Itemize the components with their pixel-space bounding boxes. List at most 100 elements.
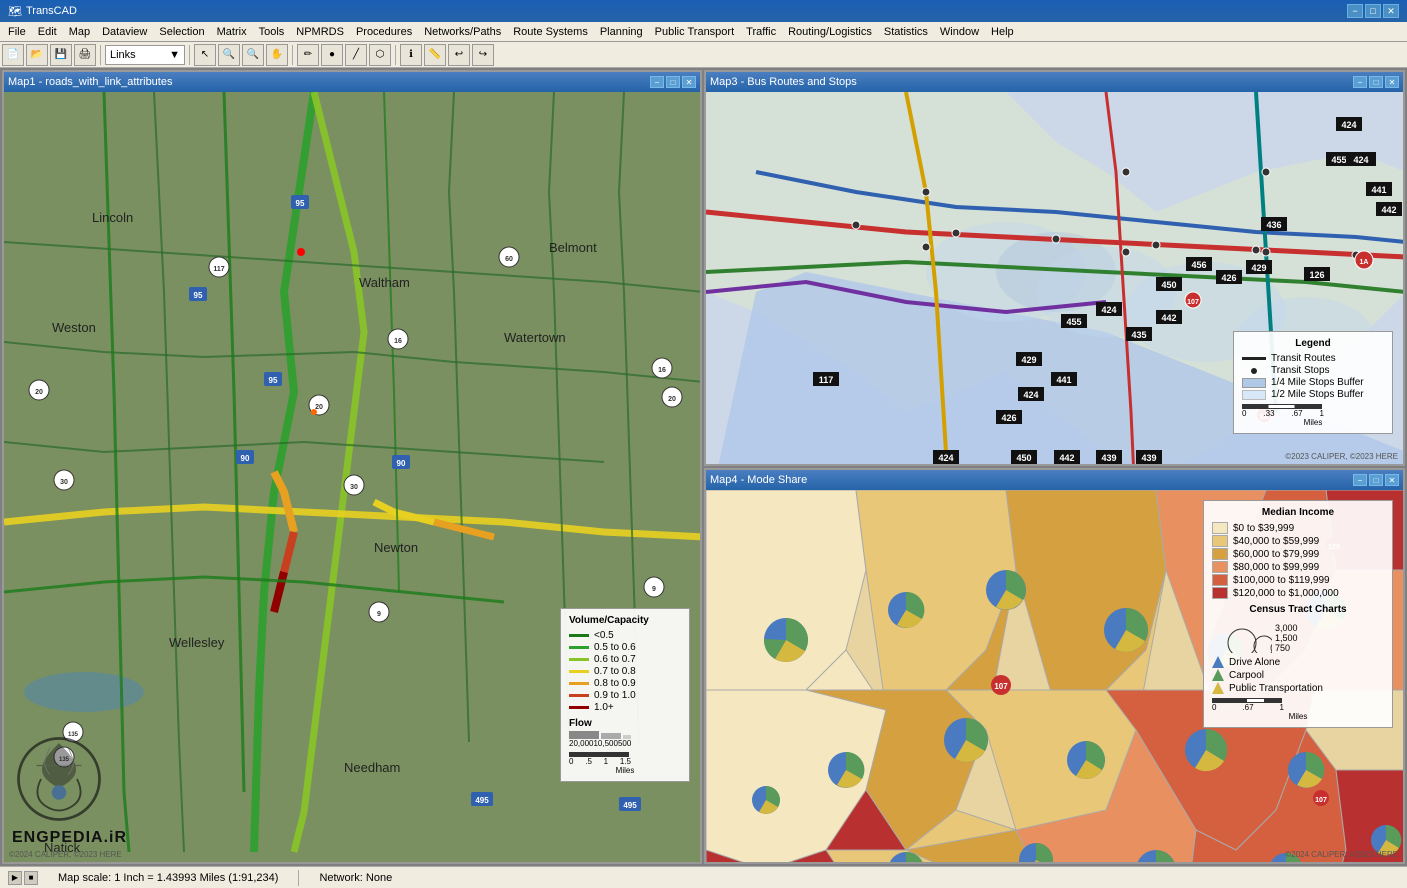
- map1-window: Map1 - roads_with_link_attributes − □ ✕: [2, 70, 702, 864]
- svg-text:455: 455: [1331, 155, 1346, 165]
- map3-window: Map3 - Bus Routes and Stops − □ ✕: [704, 70, 1405, 466]
- identify-btn[interactable]: ℹ: [400, 44, 422, 66]
- map3-content[interactable]: 117 424 442 429 455 424 435: [706, 92, 1403, 464]
- map1-maximize[interactable]: □: [666, 76, 680, 88]
- svg-text:442: 442: [1161, 313, 1176, 323]
- svg-text:426: 426: [1001, 413, 1016, 423]
- svg-text:Wellesley: Wellesley: [169, 635, 225, 650]
- map1-copyright: ©2024 CALIPER, ©2023 HERE: [9, 850, 122, 859]
- line-btn[interactable]: ╱: [345, 44, 367, 66]
- redo-btn[interactable]: ↪: [472, 44, 494, 66]
- save-btn[interactable]: 💾: [50, 44, 72, 66]
- menu-help[interactable]: Help: [985, 24, 1020, 40]
- sep2: [189, 45, 190, 65]
- menu-selection[interactable]: Selection: [153, 24, 210, 40]
- map3-legend: Legend Transit Routes Transit Stops 1/4 …: [1233, 331, 1393, 434]
- svg-text:442: 442: [1381, 205, 1396, 215]
- menu-map[interactable]: Map: [63, 24, 96, 40]
- menu-route-systems[interactable]: Route Systems: [507, 24, 594, 40]
- map4-close[interactable]: ✕: [1385, 474, 1399, 486]
- map4-income-title: Median Income: [1212, 507, 1384, 518]
- svg-text:16: 16: [394, 338, 402, 345]
- sep4: [395, 45, 396, 65]
- zoom-out-btn[interactable]: 🔍: [242, 44, 264, 66]
- minimize-button[interactable]: −: [1347, 4, 1363, 18]
- status-btn-2[interactable]: ■: [24, 871, 38, 885]
- print-btn[interactable]: 🖨: [74, 44, 96, 66]
- watermark: [14, 734, 104, 827]
- svg-text:1A: 1A: [1360, 259, 1369, 266]
- menu-dataview[interactable]: Dataview: [96, 24, 153, 40]
- menu-networks-paths[interactable]: Networks/Paths: [418, 24, 507, 40]
- pan-btn[interactable]: ✋: [266, 44, 288, 66]
- open-btn[interactable]: 📂: [26, 44, 48, 66]
- map1-content[interactable]: 95 95 20 20 20 30 30: [4, 92, 700, 862]
- map1-controls[interactable]: − □ ✕: [650, 76, 696, 88]
- polygon-btn[interactable]: ⬡: [369, 44, 391, 66]
- select-btn[interactable]: ↖: [194, 44, 216, 66]
- legend-title: Volume/Capacity: [569, 615, 681, 626]
- svg-text:Belmont: Belmont: [549, 240, 597, 255]
- map1-close[interactable]: ✕: [682, 76, 696, 88]
- svg-text:450: 450: [1016, 453, 1031, 463]
- menu-statistics[interactable]: Statistics: [878, 24, 934, 40]
- map4-title-bar: Map4 - Mode Share − □ ✕: [706, 470, 1403, 490]
- window-controls[interactable]: − □ ✕: [1347, 4, 1399, 18]
- menu-edit[interactable]: Edit: [32, 24, 63, 40]
- svg-text:9: 9: [652, 586, 656, 593]
- watermark-text: ENGPEDIA.iR: [12, 826, 127, 847]
- zoom-in-btn[interactable]: 🔍: [218, 44, 240, 66]
- map3-minimize[interactable]: −: [1353, 76, 1367, 88]
- status-buttons[interactable]: ▶ ■: [8, 871, 38, 885]
- menu-planning[interactable]: Planning: [594, 24, 649, 40]
- map3-transit-stops: Transit Stops: [1242, 365, 1384, 376]
- scale-unit: Miles: [569, 766, 681, 775]
- new-btn[interactable]: 📄: [2, 44, 24, 66]
- svg-text:20: 20: [35, 389, 43, 396]
- close-button[interactable]: ✕: [1383, 4, 1399, 18]
- map3-background: 117 424 442 429 455 424 435: [706, 92, 1403, 464]
- status-separator: [298, 870, 299, 886]
- map4-content[interactable]: 107 107 1A 129 Median Income $0 to $39,9…: [706, 490, 1403, 862]
- status-bar: ▶ ■ Map scale: 1 Inch = 1.43993 Miles (1…: [0, 866, 1407, 888]
- map3-transit-routes: Transit Routes: [1242, 353, 1384, 364]
- legend-item-7: 1.0+: [569, 702, 681, 713]
- map4-controls[interactable]: − □ ✕: [1353, 474, 1399, 486]
- legend-item-2: 0.5 to 0.6: [569, 642, 681, 653]
- menu-bar: File Edit Map Dataview Selection Matrix …: [0, 22, 1407, 42]
- menu-tools[interactable]: Tools: [253, 24, 291, 40]
- svg-text:495: 495: [623, 801, 637, 810]
- svg-text:126: 126: [1309, 270, 1324, 280]
- svg-text:16: 16: [658, 367, 666, 374]
- menu-public-transport[interactable]: Public Transport: [649, 24, 740, 40]
- menu-npmrds[interactable]: NPMRDS: [290, 24, 350, 40]
- map4-minimize[interactable]: −: [1353, 474, 1367, 486]
- svg-text:456: 456: [1191, 260, 1206, 270]
- menu-file[interactable]: File: [2, 24, 32, 40]
- maximize-button[interactable]: □: [1365, 4, 1381, 18]
- map3-close[interactable]: ✕: [1385, 76, 1399, 88]
- undo-btn[interactable]: ↩: [448, 44, 470, 66]
- map4-title: Map4 - Mode Share: [710, 474, 807, 486]
- menu-window[interactable]: Window: [934, 24, 985, 40]
- map3-controls[interactable]: − □ ✕: [1353, 76, 1399, 88]
- layer-dropdown[interactable]: Links ▼: [105, 45, 185, 65]
- map4-maximize[interactable]: □: [1369, 474, 1383, 486]
- node-btn[interactable]: ●: [321, 44, 343, 66]
- svg-text:441: 441: [1371, 185, 1386, 195]
- edit-mode-btn[interactable]: ✏: [297, 44, 319, 66]
- map3-maximize[interactable]: □: [1369, 76, 1383, 88]
- svg-text:Weston: Weston: [52, 320, 96, 335]
- menu-routing[interactable]: Routing/Logistics: [782, 24, 878, 40]
- svg-text:424: 424: [1101, 305, 1116, 315]
- measure-btn[interactable]: 📏: [424, 44, 446, 66]
- map1-minimize[interactable]: −: [650, 76, 664, 88]
- svg-text:455: 455: [1066, 317, 1081, 327]
- svg-text:117: 117: [213, 266, 224, 273]
- menu-procedures[interactable]: Procedures: [350, 24, 418, 40]
- svg-text:424: 424: [938, 453, 953, 463]
- svg-text:Watertown: Watertown: [504, 330, 566, 345]
- menu-traffic[interactable]: Traffic: [740, 24, 782, 40]
- status-btn-1[interactable]: ▶: [8, 871, 22, 885]
- menu-matrix[interactable]: Matrix: [211, 24, 253, 40]
